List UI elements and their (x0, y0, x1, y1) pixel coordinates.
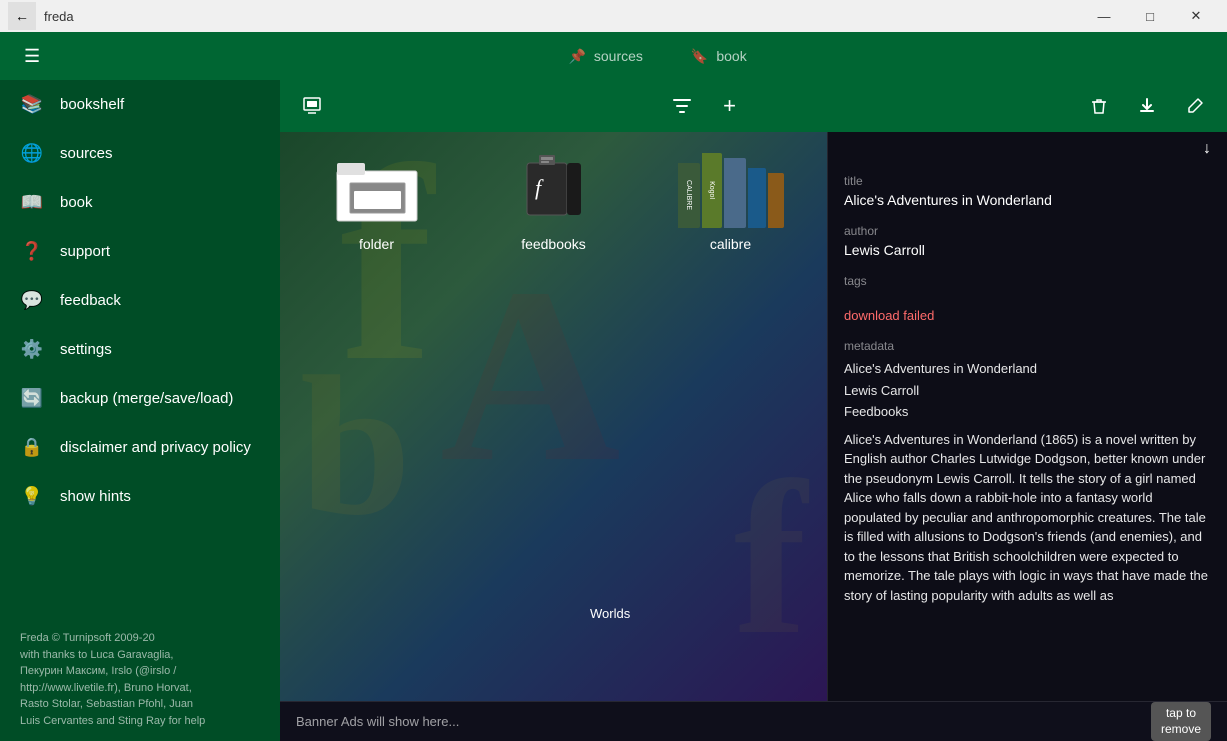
edit-button[interactable] (1175, 86, 1215, 126)
book-spine-2: Kogol (702, 153, 722, 228)
sidebar-label-bookshelf: bookshelf (60, 96, 124, 113)
sidebar: 📚 bookshelf 🌐 sources 📖 book ❓ support 💬… (0, 80, 280, 741)
import-button[interactable] (292, 86, 332, 126)
book-area: f A b f (280, 132, 1227, 701)
sidebar-item-feedback[interactable]: 💬 feedback (0, 276, 280, 325)
settings-icon: ⚙️ (20, 339, 44, 360)
tab-book[interactable]: 🔖 book (667, 40, 771, 73)
metadata-label: metadata (844, 339, 1211, 353)
right-panel: ↓ title Alice's Adventures in Wonderland… (827, 132, 1227, 701)
disclaimer-icon: 🔒 (20, 437, 44, 458)
app-container: ☰ 📌 sources 🔖 book 📚 bookshelf 🌐 sources (0, 32, 1227, 741)
sidebar-label-sources: sources (60, 145, 113, 162)
book-tab-icon: 🔖 (691, 48, 708, 65)
sidebar-item-settings[interactable]: ⚙️ settings (0, 325, 280, 374)
title-value: Alice's Adventures in Wonderland (844, 192, 1211, 208)
sidebar-label-hints: show hints (60, 488, 131, 505)
download-button[interactable] (1127, 86, 1167, 126)
banner: Banner Ads will show here... tap toremov… (280, 701, 1227, 741)
add-button[interactable]: + (710, 86, 750, 126)
sidebar-item-disclaimer[interactable]: 🔒 disclaimer and privacy policy (0, 423, 280, 472)
book-spine-4 (748, 168, 766, 228)
back-button[interactable]: ← (8, 2, 36, 30)
sidebar-item-bookshelf[interactable]: 📚 bookshelf (0, 80, 280, 129)
sidebar-item-backup[interactable]: 🔄 backup (merge/save/load) (0, 374, 280, 423)
meta-line-2: Feedbooks (844, 402, 1211, 422)
sources-tab-icon: 📌 (568, 48, 585, 65)
sidebar-footer: Freda © Turnipsoft 2009-20 with thanks t… (0, 618, 280, 741)
tap-to-remove-button[interactable]: tap toremove (1151, 702, 1211, 741)
title-section: title Alice's Adventures in Wonderland (828, 166, 1227, 216)
filter-button[interactable] (662, 86, 702, 126)
sources-icon: 🌐 (20, 143, 44, 164)
sidebar-label-disclaimer: disclaimer and privacy policy (60, 439, 251, 456)
feedback-icon: 💬 (20, 290, 44, 311)
book-icon: 📖 (20, 192, 44, 213)
tab-sources[interactable]: 📌 sources (544, 40, 666, 73)
tags-label: tags (844, 274, 1211, 288)
meta-line-3: Alice's Adventures in Wonderland (1865) … (844, 430, 1211, 606)
title-label: title (844, 174, 1211, 188)
download-indicator: ↓ (828, 132, 1227, 166)
tags-section: tags (828, 266, 1227, 300)
book-tab-label: book (716, 48, 746, 64)
book-spine-5 (768, 173, 784, 228)
maximize-button[interactable]: □ (1127, 0, 1173, 32)
content-area: + (280, 80, 1227, 741)
grid-item-feedbooks[interactable]: f feedbooks (473, 148, 634, 252)
author-value: Lewis Carroll (844, 242, 1211, 258)
sources-tab-label: sources (594, 48, 643, 64)
metadata-content: Alice's Adventures in Wonderland Lewis C… (844, 359, 1211, 605)
feedbooks-label: feedbooks (521, 236, 586, 252)
bookshelf-icon: 📚 (20, 94, 44, 115)
minimize-button[interactable]: — (1081, 0, 1127, 32)
sidebar-label-settings: settings (60, 341, 112, 358)
folder-label: folder (359, 236, 394, 252)
feedbooks-icon: f (504, 148, 604, 228)
author-label: author (844, 224, 1211, 238)
hamburger-button[interactable]: ☰ (16, 42, 48, 71)
banner-text: Banner Ads will show here... (296, 714, 459, 729)
book-grid: f A b f (280, 132, 827, 701)
download-arrow-icon: ↓ (1203, 140, 1211, 158)
sidebar-label-book: book (60, 194, 93, 211)
books-visual: CALIBRE Kogol (678, 148, 784, 228)
worlds-text: Worlds (590, 606, 630, 621)
calibre-icon: CALIBRE Kogol (681, 148, 781, 228)
author-section: author Lewis Carroll (828, 216, 1227, 266)
sidebar-item-hints[interactable]: 💡 show hints (0, 472, 280, 521)
window-controls: — □ ✕ (1081, 0, 1219, 32)
title-bar-left: ← freda (8, 2, 74, 30)
sidebar-label-feedback: feedback (60, 292, 121, 309)
sidebar-item-support[interactable]: ❓ support (0, 227, 280, 276)
support-icon: ❓ (20, 241, 44, 262)
backup-icon: 🔄 (20, 388, 44, 409)
meta-line-0: Alice's Adventures in Wonderland (844, 359, 1211, 379)
delete-button[interactable] (1079, 86, 1119, 126)
grid-items: folder f (280, 132, 827, 268)
grid-item-folder[interactable]: folder (296, 148, 457, 252)
top-nav-tabs: 📌 sources 🔖 book (104, 40, 1211, 73)
grid-item-calibre[interactable]: CALIBRE Kogol calibr (650, 148, 811, 252)
meta-line-1: Lewis Carroll (844, 381, 1211, 401)
book-spine-1: CALIBRE (678, 163, 700, 228)
sidebar-item-sources[interactable]: 🌐 sources (0, 129, 280, 178)
main-layout: 📚 bookshelf 🌐 sources 📖 book ❓ support 💬… (0, 80, 1227, 741)
book-spine-3 (724, 158, 746, 228)
download-failed-badge: download failed (844, 308, 1211, 323)
hints-icon: 💡 (20, 486, 44, 507)
folder-icon (327, 148, 427, 228)
title-bar: ← freda — □ ✕ (0, 0, 1227, 32)
toolbar: + (280, 80, 1227, 132)
sidebar-label-backup: backup (merge/save/load) (60, 390, 233, 407)
app-title: freda (44, 9, 74, 24)
metadata-section: metadata Alice's Adventures in Wonderlan… (828, 331, 1227, 615)
top-nav: ☰ 📌 sources 🔖 book (0, 32, 1227, 80)
sidebar-item-book[interactable]: 📖 book (0, 178, 280, 227)
sidebar-label-support: support (60, 243, 110, 260)
calibre-label: calibre (710, 236, 751, 252)
close-button[interactable]: ✕ (1173, 0, 1219, 32)
